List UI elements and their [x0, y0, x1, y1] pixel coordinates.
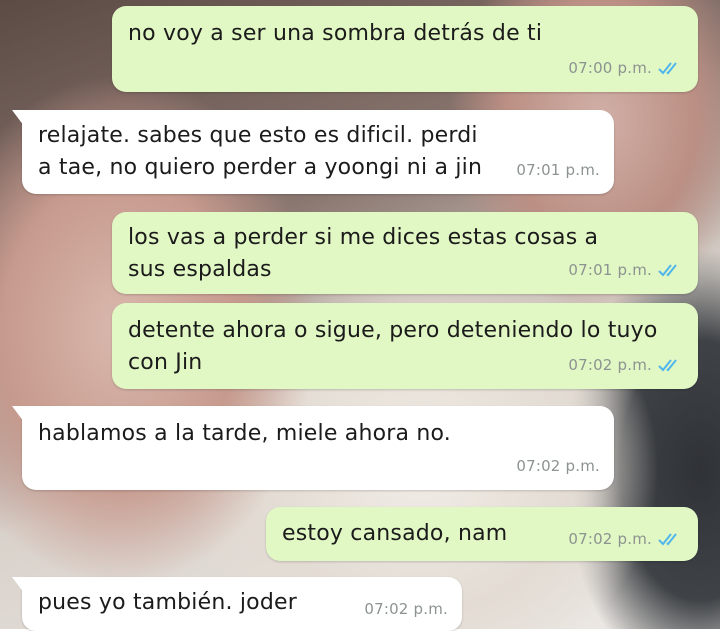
bubble-tail	[12, 110, 24, 126]
message-bubble-incoming[interactable]: relajate. sabes que esto es dificil. per…	[12, 110, 614, 194]
bubble-tail	[12, 577, 24, 593]
message-timestamp: 07:02 p.m.	[516, 457, 600, 475]
message-bubble-incoming[interactable]: hablamos a la tarde, miele ahora no. 07:…	[12, 406, 614, 490]
message-timestamp: 07:02 p.m.	[568, 530, 652, 548]
message-bubble-outgoing[interactable]: los vas a perder si me dices estas cosas…	[112, 212, 698, 294]
message-meta: 07:02 p.m.	[568, 523, 684, 555]
double-check-icon	[658, 533, 677, 546]
double-check-icon	[658, 359, 677, 372]
double-check-icon	[658, 62, 677, 75]
message-meta: 07:02 p.m.	[364, 593, 448, 625]
message-timestamp: 07:00 p.m.	[568, 59, 652, 77]
message-text: relajate. sabes que esto es dificil. per…	[38, 123, 483, 180]
message-meta: 07:01 p.m.	[568, 254, 684, 286]
message-timestamp: 07:01 p.m.	[516, 161, 600, 179]
message-text: no voy a ser una sombra detrás de ti	[128, 21, 543, 46]
message-text: los vas a perder si me dices estas cosas…	[128, 225, 599, 282]
message-timestamp: 07:02 p.m.	[568, 356, 652, 374]
message-text: hablamos a la tarde, miele ahora no.	[38, 421, 451, 446]
message-meta: 07:02 p.m.	[568, 349, 684, 381]
message-meta: 07:02 p.m.	[516, 450, 600, 482]
message-timestamp: 07:01 p.m.	[568, 261, 652, 279]
message-timestamp: 07:02 p.m.	[364, 600, 448, 618]
message-meta: 07:01 p.m.	[516, 154, 600, 186]
message-bubble-outgoing[interactable]: estoy cansado, nam 07:02 p.m.	[266, 507, 698, 561]
message-bubble-outgoing[interactable]: detente ahora o sigue, pero deteniendo l…	[112, 303, 698, 389]
message-bubble-outgoing[interactable]: no voy a ser una sombra detrás de ti 07:…	[112, 6, 698, 92]
message-meta: 07:00 p.m.	[568, 52, 684, 84]
bubble-tail	[12, 406, 24, 422]
message-bubble-incoming[interactable]: pues yo también. joder 07:02 p.m.	[12, 577, 462, 631]
double-check-icon	[658, 264, 677, 277]
